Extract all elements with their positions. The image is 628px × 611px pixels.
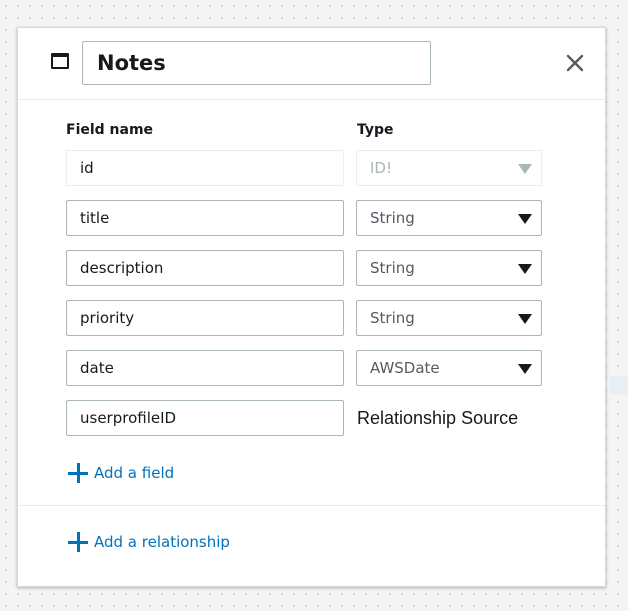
type-select-title[interactable]: String <box>356 200 542 236</box>
type-select-id: ID! <box>356 150 542 186</box>
type-select-priority[interactable]: String <box>356 300 542 336</box>
chevron-down-icon <box>518 164 532 174</box>
type-select-date[interactable]: AWSDate <box>356 350 542 386</box>
window-icon <box>51 53 69 69</box>
close-button[interactable] <box>561 49 589 77</box>
field-name-column-header: Field name <box>66 122 154 138</box>
type-select-value: String <box>370 209 415 227</box>
model-name-input[interactable]: Notes <box>82 41 431 85</box>
field-name-input-id: id <box>66 150 344 186</box>
canvas-connector-handle <box>610 376 628 394</box>
type-column-header: Type <box>357 122 394 138</box>
field-name-input-userprofileid[interactable]: userprofileID <box>66 400 344 436</box>
relationship-source-label: Relationship Source <box>357 408 519 428</box>
model-card-header: Notes <box>18 28 605 100</box>
add-field-label: Add a field <box>94 464 175 482</box>
chevron-down-icon <box>518 264 532 274</box>
plus-icon <box>68 532 88 552</box>
chevron-down-icon <box>518 314 532 324</box>
type-select-value: String <box>370 259 415 277</box>
add-field-button[interactable]: Add a field <box>68 463 174 483</box>
type-select-description[interactable]: String <box>356 250 542 286</box>
field-name-input-date[interactable]: date <box>66 350 344 386</box>
type-select-value: AWSDate <box>370 359 440 377</box>
model-card: Notes Field name Type id ID! title Strin… <box>17 27 606 587</box>
field-name-input-title[interactable]: title <box>66 200 344 236</box>
add-relationship-button[interactable]: Add a relationship <box>68 532 230 552</box>
close-icon <box>566 54 584 72</box>
type-select-value: ID! <box>370 159 392 177</box>
field-name-input-priority[interactable]: priority <box>66 300 344 336</box>
chevron-down-icon <box>518 364 532 374</box>
add-relationship-label: Add a relationship <box>94 533 230 551</box>
section-divider <box>18 505 605 506</box>
type-select-value: String <box>370 309 415 327</box>
field-name-input-description[interactable]: description <box>66 250 344 286</box>
chevron-down-icon <box>518 214 532 224</box>
plus-icon <box>68 463 88 483</box>
